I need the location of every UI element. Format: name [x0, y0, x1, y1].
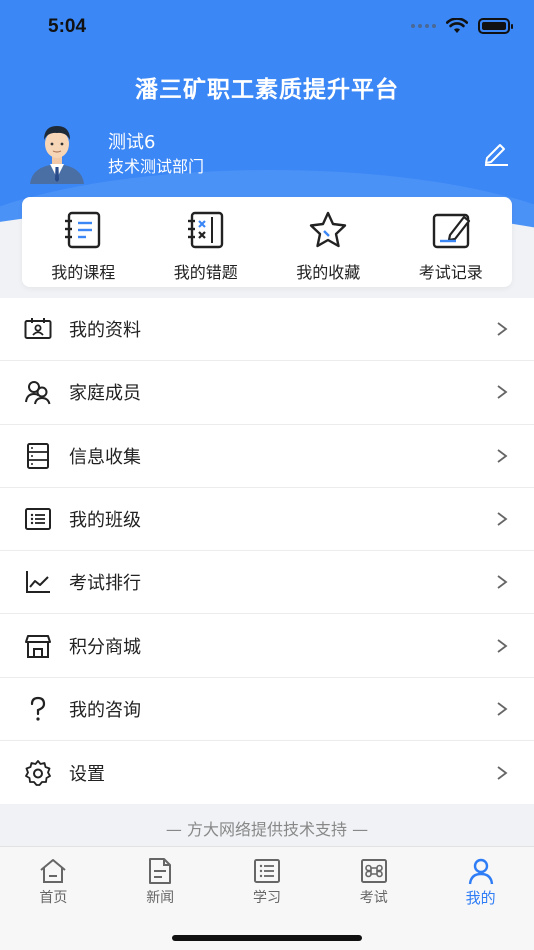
menu-item-label: 积分商城: [69, 636, 141, 658]
study-icon: [253, 859, 280, 883]
profile-card-icon: [24, 318, 52, 340]
class-list-icon: [25, 508, 51, 531]
shortcut-label: 我的错题: [173, 263, 238, 282]
menu-item-exam-ranking[interactable]: 考试排行: [0, 551, 534, 615]
menu-item-family-members[interactable]: 家庭成员: [0, 361, 534, 425]
home-icon: [40, 859, 67, 883]
menu-item-my-profile[interactable]: 我的资料: [0, 298, 534, 362]
form-icon: [27, 442, 49, 469]
shortcut-my-courses[interactable]: 我的课程: [22, 197, 145, 287]
menu-item-settings[interactable]: 设置: [0, 741, 534, 804]
menu-item-label: 我的咨询: [69, 699, 141, 721]
shortcut-label: 我的收藏: [296, 263, 361, 282]
menu-item-info-collection[interactable]: 信息收集: [0, 425, 534, 488]
menu-list: 我的资料 家庭成员 信息收集 我的班级 考试排行 积分商城 我的咨询 设置: [0, 298, 534, 805]
ranking-chart-icon: [26, 571, 50, 594]
tab-label: 考试: [359, 890, 388, 906]
shortcut-label: 考试记录: [418, 263, 483, 282]
tab-mine[interactable]: 我的: [427, 847, 534, 950]
tab-home[interactable]: 首页: [0, 847, 107, 950]
gear-icon: [25, 759, 51, 786]
shortcut-exam-records[interactable]: 考试记录: [390, 197, 513, 287]
shortcut-card: 我的课程 我的错题 我的收藏 考试记录: [22, 197, 512, 287]
chevron-right-icon: [497, 449, 508, 463]
chevron-right-icon: [497, 765, 508, 780]
menu-item-points-mall[interactable]: 积分商城: [0, 614, 534, 678]
chevron-right-icon: [497, 322, 508, 336]
exam-record-icon: [432, 213, 470, 249]
user-name: 测试6: [108, 132, 156, 153]
question-icon: [30, 696, 46, 721]
shortcut-favorites[interactable]: 我的收藏: [267, 197, 390, 287]
shortcut-label: 我的课程: [51, 263, 116, 282]
menu-item-label: 信息收集: [69, 446, 141, 468]
menu-item-label: 家庭成员: [69, 383, 141, 405]
menu-item-my-class[interactable]: 我的班级: [0, 488, 534, 552]
tab-label: 我的: [465, 889, 496, 907]
menu-item-label: 我的资料: [69, 320, 141, 342]
shortcut-wrong-answers[interactable]: 我的错题: [145, 197, 268, 287]
family-icon: [25, 381, 51, 405]
wrong-answers-icon: [187, 211, 223, 249]
chevron-right-icon: [497, 702, 508, 716]
tab-label: 学习: [252, 890, 281, 906]
chevron-right-icon: [497, 638, 508, 653]
tab-label: 新闻: [146, 890, 175, 906]
menu-item-label: 设置: [69, 763, 105, 785]
news-icon: [149, 858, 172, 884]
page-title: 潘三矿职工素质提升平台: [135, 77, 399, 103]
exam-icon: [360, 859, 387, 883]
status-bar: 5:04: [0, 0, 534, 56]
tab-label: 首页: [39, 890, 68, 906]
chevron-right-icon: [497, 575, 508, 590]
edit-icon[interactable]: [482, 138, 510, 166]
status-time: 5:04: [48, 16, 87, 37]
chevron-right-icon: [497, 385, 508, 400]
menu-item-label: 考试排行: [69, 573, 141, 595]
menu-item-my-consultation[interactable]: 我的咨询: [0, 678, 534, 742]
battery-icon: [478, 18, 513, 34]
footer-note: — 方大网络提供技术支持 —: [165, 820, 369, 839]
wifi-icon: [446, 18, 468, 33]
signal-icon: [411, 24, 436, 28]
star-icon: [310, 211, 347, 248]
menu-item-label: 我的班级: [69, 510, 141, 532]
status-icons: [411, 18, 513, 34]
store-icon: [25, 634, 51, 658]
person-icon: [468, 858, 493, 885]
avatar[interactable]: [24, 118, 90, 184]
notebook-icon: [65, 211, 101, 249]
home-indicator[interactable]: [172, 935, 362, 941]
user-department: 技术测试部门: [108, 157, 205, 176]
chevron-right-icon: [497, 512, 508, 526]
